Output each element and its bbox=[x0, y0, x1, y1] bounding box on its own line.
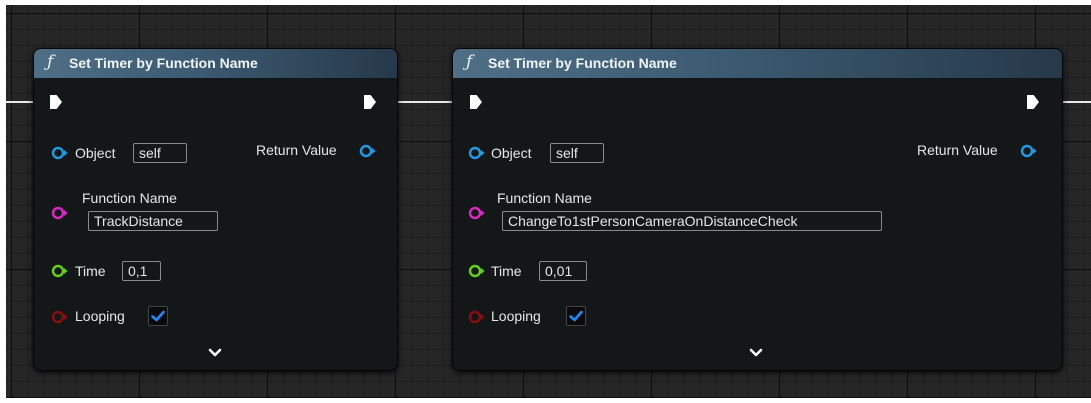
return-value-label: Return Value bbox=[256, 142, 337, 158]
node-title: Set Timer by Function Name bbox=[69, 55, 258, 71]
function-icon: ƒ bbox=[47, 52, 54, 72]
exec-output-pin[interactable] bbox=[364, 95, 376, 109]
return-value-pin-icon[interactable] bbox=[1020, 144, 1037, 158]
exec-output-pin[interactable] bbox=[1027, 95, 1039, 109]
looping-pin-icon[interactable] bbox=[51, 310, 68, 324]
time-label: Time bbox=[75, 263, 106, 279]
function-name-pin-icon[interactable] bbox=[468, 206, 485, 220]
checkmark-icon bbox=[151, 310, 165, 322]
function-name-input[interactable]: ChangeTo1stPersonCameraOnDistanceCheck bbox=[502, 211, 882, 231]
object-pin-icon[interactable] bbox=[468, 146, 485, 160]
set-timer-node-1[interactable]: ƒ Set Timer by Function Name Object self… bbox=[33, 48, 398, 371]
chevron-down-icon[interactable] bbox=[749, 348, 763, 358]
object-pin-icon[interactable] bbox=[51, 146, 68, 160]
function-name-label: Function Name bbox=[497, 190, 592, 206]
exec-input-pin[interactable] bbox=[470, 95, 482, 109]
function-name-label: Function Name bbox=[82, 190, 177, 206]
checkmark-icon bbox=[569, 310, 583, 322]
function-name-input[interactable]: TrackDistance bbox=[88, 211, 218, 231]
node-header[interactable]: ƒ Set Timer by Function Name bbox=[34, 49, 397, 79]
object-input[interactable]: self bbox=[550, 143, 604, 163]
time-pin-icon[interactable] bbox=[51, 264, 68, 278]
blueprint-graph-canvas[interactable]: ƒ Set Timer by Function Name Object self… bbox=[6, 5, 1091, 398]
time-label: Time bbox=[491, 263, 522, 279]
object-input[interactable]: self bbox=[133, 143, 187, 163]
node-title: Set Timer by Function Name bbox=[488, 55, 677, 71]
object-label: Object bbox=[491, 145, 532, 161]
return-value-label: Return Value bbox=[917, 142, 998, 158]
time-pin-icon[interactable] bbox=[468, 264, 485, 278]
looping-pin-icon[interactable] bbox=[468, 310, 485, 324]
looping-checkbox[interactable] bbox=[148, 306, 168, 326]
looping-label: Looping bbox=[491, 308, 541, 324]
time-input[interactable]: 0,01 bbox=[539, 261, 587, 281]
function-name-pin-icon[interactable] bbox=[51, 206, 68, 220]
exec-input-pin[interactable] bbox=[50, 95, 62, 109]
return-value-pin-icon[interactable] bbox=[359, 144, 376, 158]
node-header[interactable]: ƒ Set Timer by Function Name bbox=[453, 49, 1062, 79]
object-label: Object bbox=[75, 145, 116, 161]
set-timer-node-2[interactable]: ƒ Set Timer by Function Name Object self… bbox=[452, 48, 1063, 371]
chevron-down-icon[interactable] bbox=[208, 348, 222, 358]
looping-checkbox[interactable] bbox=[566, 306, 586, 326]
function-icon: ƒ bbox=[466, 52, 473, 72]
time-input[interactable]: 0,1 bbox=[122, 261, 161, 281]
looping-label: Looping bbox=[75, 308, 125, 324]
